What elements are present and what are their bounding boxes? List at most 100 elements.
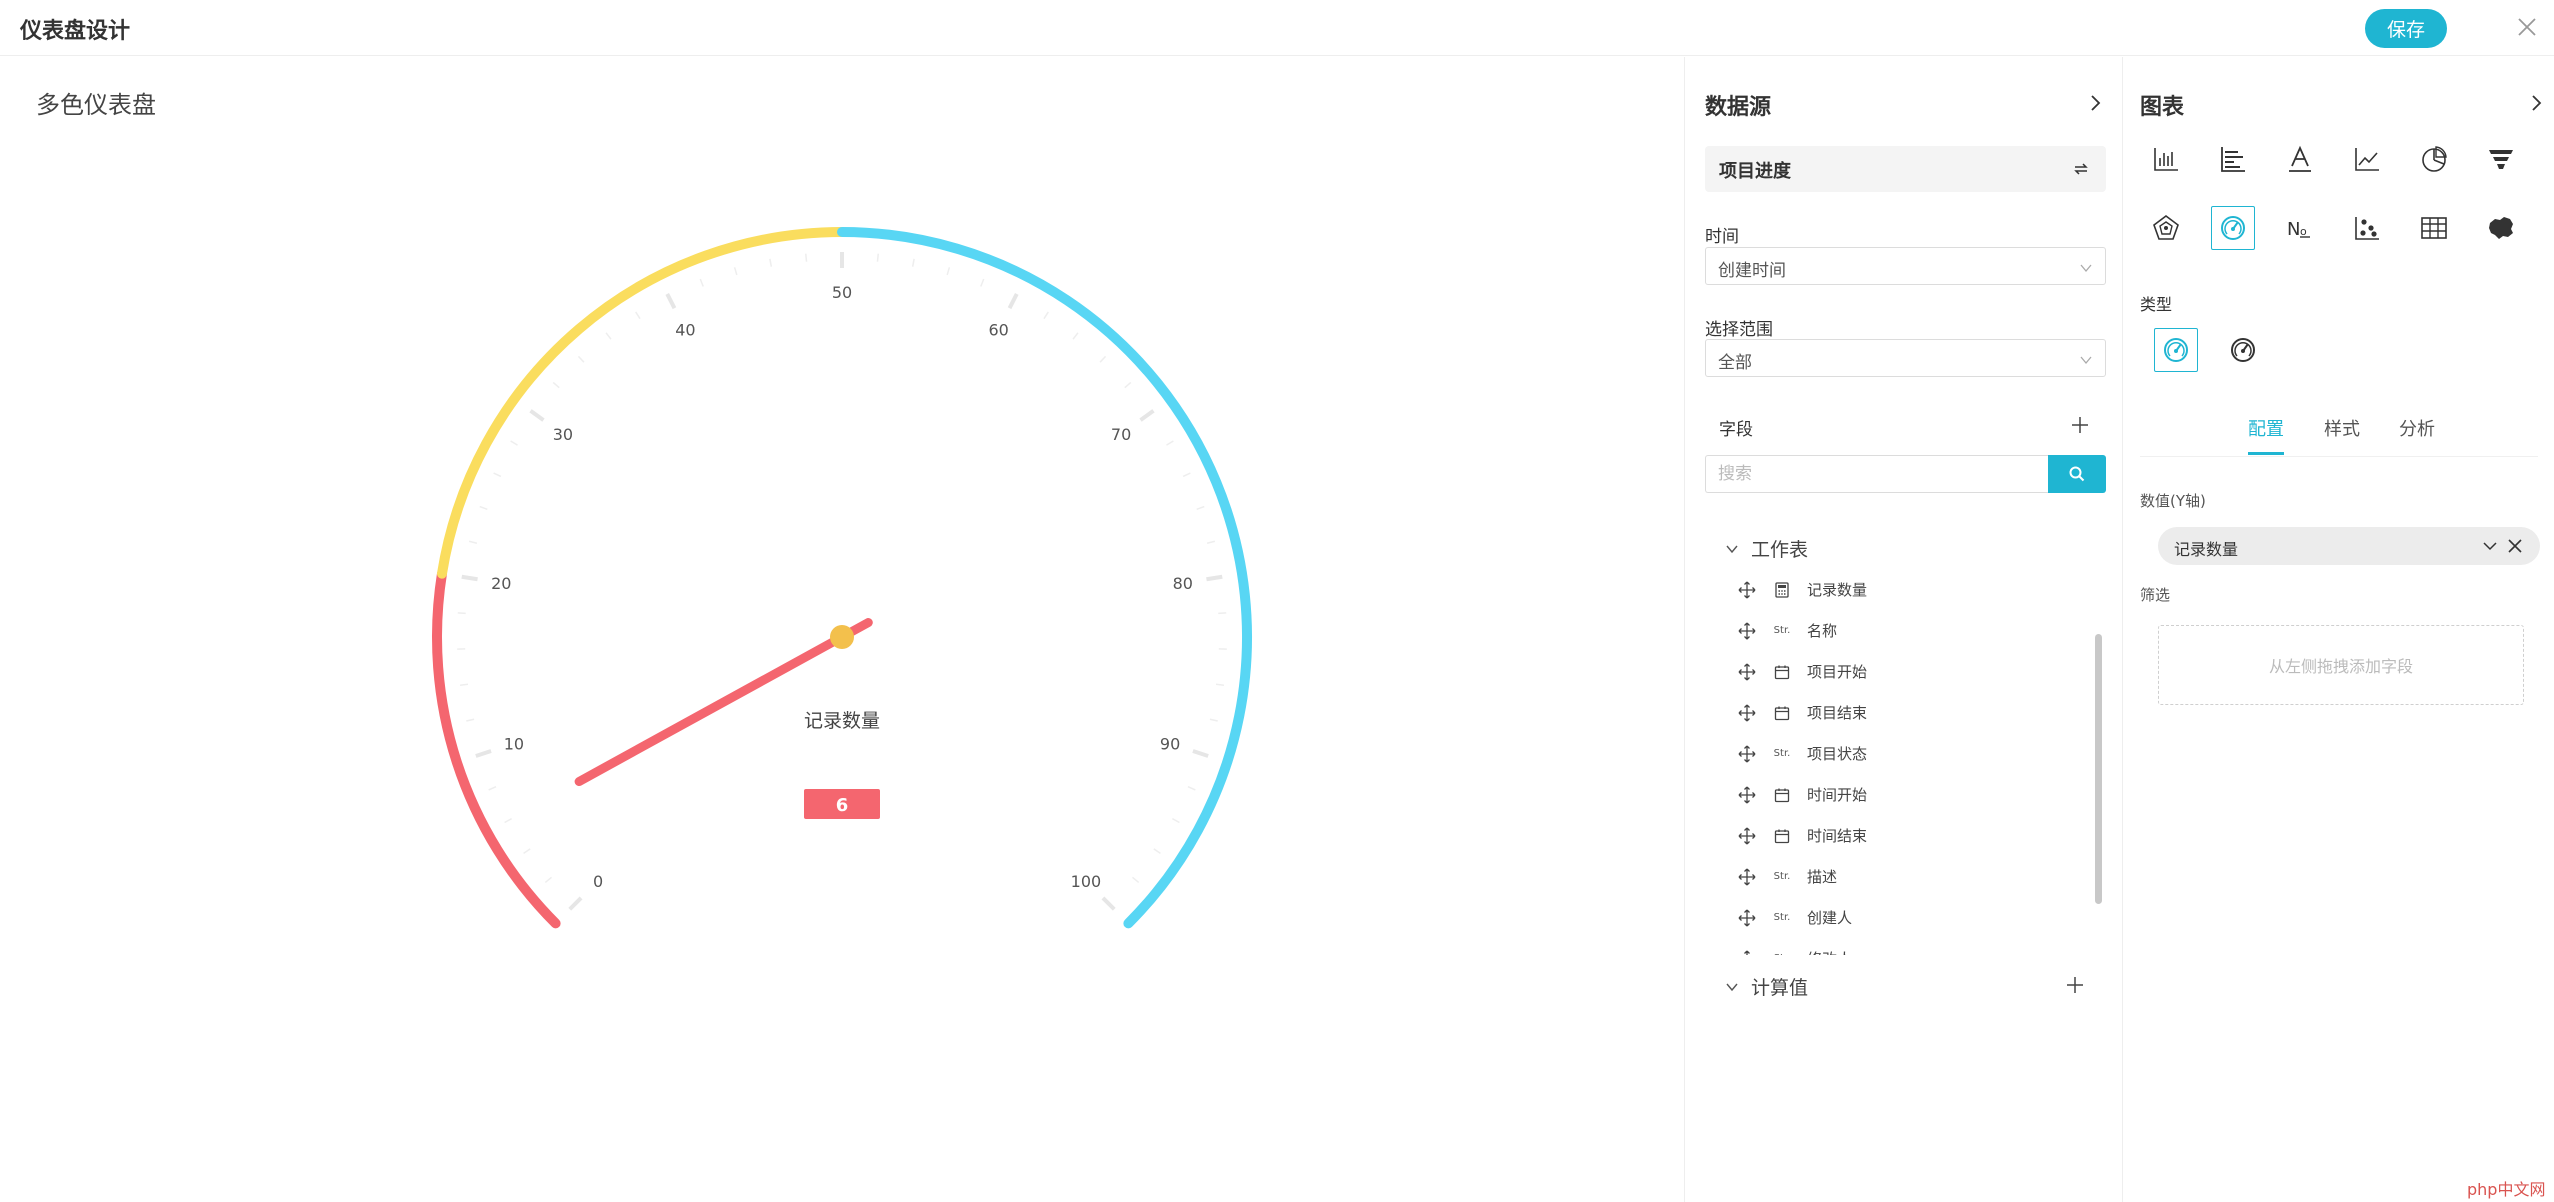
field-item[interactable]: 时间开始 [1725, 774, 2065, 815]
major-tick [1101, 896, 1116, 911]
gauge-type-basic-icon[interactable] [2221, 328, 2265, 372]
minor-tick [1166, 440, 1174, 446]
minor-tick [699, 278, 704, 287]
minor-tick [1215, 683, 1225, 686]
field-list: 记录数量 Str. 名称 项目开始 项目结束 Str. 项目状态 时间开始 时间结束 Str. 描述… [1725, 563, 2090, 955]
search-input[interactable] [1705, 455, 2048, 493]
minor-tick [1182, 472, 1191, 478]
minor-tick [552, 381, 560, 389]
drag-handle-icon[interactable] [1737, 908, 1757, 928]
page-title: 仪表盘设计 [20, 19, 131, 44]
filter-drop-zone[interactable]: 从左侧拖拽添加字段 [2158, 625, 2524, 705]
swap-icon[interactable] [2072, 160, 2090, 178]
field-name: 时间结束 [1807, 827, 1868, 845]
map-icon[interactable] [2479, 206, 2523, 250]
drag-handle-icon[interactable] [1737, 580, 1757, 600]
major-tick [475, 749, 492, 758]
collapse-datasource-icon[interactable] [2085, 93, 2105, 113]
field-list-scrollbar[interactable] [2095, 634, 2102, 904]
tab-config[interactable]: 配置 [2248, 415, 2284, 441]
minor-tick [1209, 718, 1218, 722]
bar-chart-icon[interactable] [2144, 137, 2188, 181]
minor-tick [493, 472, 502, 478]
worksheet-group[interactable]: 工作表 [1725, 535, 1808, 562]
field-item[interactable]: Str. 描述 [1725, 856, 2065, 897]
range-select[interactable]: 全部 [1705, 339, 2106, 377]
field-item[interactable]: Str. 修改人 [1725, 938, 2065, 955]
scatter-icon[interactable] [2345, 206, 2389, 250]
drag-handle-icon[interactable] [1737, 949, 1757, 955]
radar-icon[interactable] [2144, 206, 2188, 250]
tick-label: 20 [491, 574, 511, 593]
calendar-icon [1771, 664, 1793, 680]
field-item[interactable]: 项目开始 [1725, 651, 2065, 692]
drag-handle-icon[interactable] [1737, 662, 1757, 682]
chevron-down-icon[interactable] [2482, 538, 2498, 554]
drag-handle-icon[interactable] [1737, 867, 1757, 887]
time-select[interactable]: 创建时间 [1705, 247, 2106, 285]
gauge-value-label: 记录数量 [804, 710, 880, 732]
search-button[interactable] [2048, 455, 2106, 493]
drag-handle-icon[interactable] [1737, 744, 1757, 764]
datasource-selector[interactable]: 项目进度 [1705, 146, 2106, 192]
field-name: 时间开始 [1807, 786, 1868, 804]
field-item[interactable]: 记录数量 [1725, 569, 2065, 610]
drag-handle-icon[interactable] [1737, 785, 1757, 805]
drag-handle-icon[interactable] [1737, 703, 1757, 723]
tick-label: 10 [504, 735, 524, 754]
field-item[interactable]: Str. 项目状态 [1725, 733, 2065, 774]
number-icon[interactable]: No [2278, 206, 2322, 250]
tick-label: 100 [1071, 872, 1102, 891]
gauge-icon[interactable] [2211, 206, 2255, 250]
computed-label: 计算值 [1751, 977, 1809, 999]
drag-handle-icon[interactable] [1737, 826, 1757, 846]
gauge-type-multicolor-icon[interactable] [2154, 328, 2198, 372]
drag-handle-icon[interactable] [1737, 621, 1757, 641]
add-computed-icon[interactable] [2065, 975, 2085, 995]
computed-group[interactable]: 计算值 [1725, 973, 1808, 1000]
field-item[interactable]: 时间结束 [1725, 815, 2065, 856]
calendar-icon [1771, 828, 1793, 844]
tab-analysis[interactable]: 分析 [2399, 415, 2435, 441]
datasource-heading: 数据源 [1705, 95, 1772, 120]
chevron-down-icon [2079, 260, 2093, 274]
gauge-chart: 0 10 20 30 40 50 60 70 80 90 100 记录数量 6 [432, 227, 1253, 929]
field-name: 项目状态 [1807, 745, 1868, 763]
chart-heading: 图表 [2140, 95, 2185, 120]
svg-text:N: N [2287, 219, 2300, 240]
range-label: 选择范围 [1705, 320, 1773, 340]
minor-tick [1218, 612, 1227, 615]
major-tick [1007, 293, 1019, 310]
worksheet-label: 工作表 [1751, 539, 1809, 561]
field-item[interactable]: 项目结束 [1725, 692, 2065, 733]
minor-tick [479, 505, 488, 511]
needle-hub [830, 625, 854, 649]
horizontal-bar-icon[interactable] [2211, 137, 2255, 181]
tab-style[interactable]: 样式 [2324, 415, 2360, 441]
datasource-panel: 数据源 项目进度 时间 创建时间 选择范围 全部 字段 工作表 记录数量Str [1684, 57, 2123, 1202]
field-item[interactable]: Str. 创建人 [1725, 897, 2065, 938]
save-button[interactable]: 保存 [2365, 9, 2447, 48]
string-type-icon: Str. [1773, 912, 1791, 923]
pie-chart-icon[interactable] [2412, 137, 2456, 181]
search-icon [2069, 466, 2085, 482]
text-icon[interactable] [2278, 137, 2322, 181]
add-field-icon[interactable] [2070, 415, 2090, 435]
tick-label: 90 [1160, 735, 1180, 754]
chevron-down-icon [1726, 545, 1738, 553]
funnel-icon[interactable] [2479, 137, 2523, 181]
field-name: 项目结束 [1807, 704, 1868, 722]
value-field-pill[interactable]: 记录数量 [2158, 527, 2540, 565]
datasource-name: 项目进度 [1719, 161, 1791, 182]
line-chart-icon[interactable] [2345, 137, 2389, 181]
close-icon[interactable] [2512, 12, 2542, 42]
collapse-chart-icon[interactable] [2526, 93, 2546, 113]
table-icon[interactable] [2412, 206, 2456, 250]
fields-title: 字段 [1719, 420, 1753, 440]
remove-field-icon[interactable] [2506, 537, 2524, 555]
minor-tick [635, 311, 641, 320]
field-search [1705, 455, 2106, 493]
field-item[interactable]: Str. 名称 [1725, 610, 2065, 651]
minor-tick [510, 440, 518, 446]
value-field-name: 记录数量 [2174, 540, 2239, 559]
